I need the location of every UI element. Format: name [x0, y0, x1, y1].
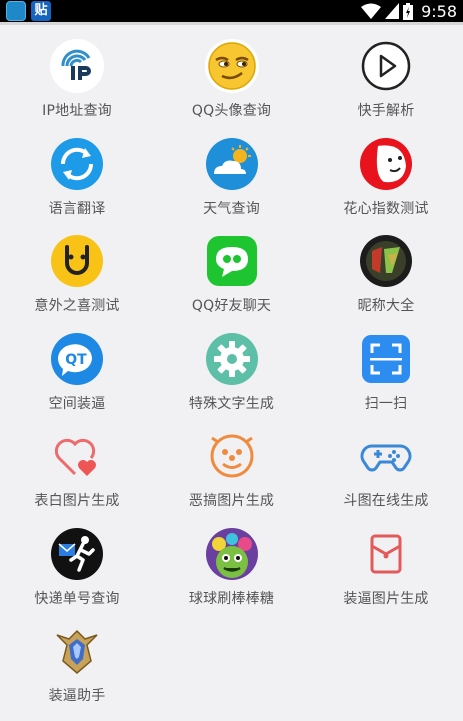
app-notification-icon [6, 1, 26, 21]
tool-courier-tracking[interactable]: 快递单号查询 [0, 526, 154, 624]
tool-label: 花心指数测试 [343, 200, 429, 217]
tool-label: 装逼助手 [48, 688, 106, 704]
tool-scan[interactable]: 扫一扫 [309, 331, 463, 429]
tool-label: 空间装逼 [48, 395, 106, 412]
clown-icon [210, 434, 253, 478]
wifi-icon [361, 3, 382, 19]
tool-label: IP地址查询 [42, 103, 112, 119]
chat-icon [206, 236, 257, 286]
battery-icon [403, 2, 414, 20]
tool-label: 昵称大全 [357, 298, 415, 314]
tool-label: 斗图在线生成 [343, 493, 429, 509]
game-logo-icon [360, 235, 412, 287]
tool-label: 快递单号查询 [34, 590, 120, 607]
tool-translate[interactable]: 语言翻译 [0, 136, 154, 234]
scan-icon [362, 334, 410, 383]
badge-icon [56, 629, 98, 674]
ip-icon [50, 39, 104, 93]
gear-icon [205, 332, 258, 385]
tool-label: 快手解析 [357, 103, 415, 119]
tool-label: 天气查询 [203, 200, 260, 217]
play-icon [361, 41, 411, 91]
tool-prank-image[interactable]: 恶搞图片生成 [154, 428, 309, 526]
tool-label: 表白图片生成 [34, 493, 120, 509]
tool-surprise-test[interactable]: 意外之喜测试 [0, 233, 154, 331]
tool-label: 意外之喜测试 [34, 298, 120, 314]
tool-kuaishou-parse[interactable]: 快手解析 [309, 38, 463, 136]
tool-flower-heart-test[interactable]: 花心指数测试 [309, 136, 463, 234]
svg-text:QT: QT [65, 352, 87, 368]
tool-show-off-image[interactable]: 装逼图片生成 [309, 526, 463, 624]
tool-label: QQ好友聊天 [191, 298, 272, 314]
smile-face-icon [51, 235, 103, 287]
tool-label: 恶搞图片生成 [188, 493, 275, 509]
envelope-icon [370, 534, 402, 573]
hearts-icon [54, 438, 96, 476]
qt-icon: QT [51, 332, 103, 385]
tool-space-show-off[interactable]: QT 空间装逼 [0, 331, 154, 429]
tool-label: 语言翻译 [48, 200, 106, 217]
tool-label: QQ头像查询 [191, 103, 272, 119]
tool-confession-image[interactable]: 表白图片生成 [0, 428, 154, 526]
tool-label: 扫一扫 [364, 395, 408, 412]
tool-grid: IP地址查询 QQ头像查询 快手解析 语言翻译 天气查询 花心指数测试 意外之喜… [0, 38, 463, 721]
courier-icon [51, 527, 103, 580]
gamepad-icon [360, 444, 412, 472]
tool-special-text[interactable]: 特殊文字生成 [154, 331, 309, 429]
tool-label: 装逼图片生成 [343, 590, 429, 607]
tool-ip-lookup[interactable]: IP地址查询 [0, 38, 154, 136]
tool-ball-lollipop[interactable]: 球球刷棒棒糖 [154, 526, 309, 624]
monster-icon [205, 527, 258, 580]
signal-icon [385, 3, 400, 19]
face-icon [360, 137, 412, 190]
tool-meme-battle[interactable]: 斗图在线生成 [309, 428, 463, 526]
clock: 9:58 [421, 1, 457, 21]
tool-label: 球球刷棒棒糖 [188, 590, 275, 607]
tool-qq-chat[interactable]: QQ好友聊天 [154, 233, 309, 331]
divider [0, 22, 463, 25]
tool-qq-avatar-lookup[interactable]: QQ头像查询 [154, 38, 309, 136]
tieba-notification-icon: 贴 [31, 1, 51, 21]
tool-show-off-assistant[interactable]: 装逼助手 [0, 623, 154, 721]
tool-label: 特殊文字生成 [188, 395, 275, 412]
weather-icon [205, 137, 258, 190]
smirk-emoji-icon [204, 39, 259, 93]
tool-nickname-list[interactable]: 昵称大全 [309, 233, 463, 331]
tool-weather[interactable]: 天气查询 [154, 136, 309, 234]
translate-refresh-icon [51, 137, 103, 190]
status-bar: 贴 9:58 [0, 0, 463, 22]
